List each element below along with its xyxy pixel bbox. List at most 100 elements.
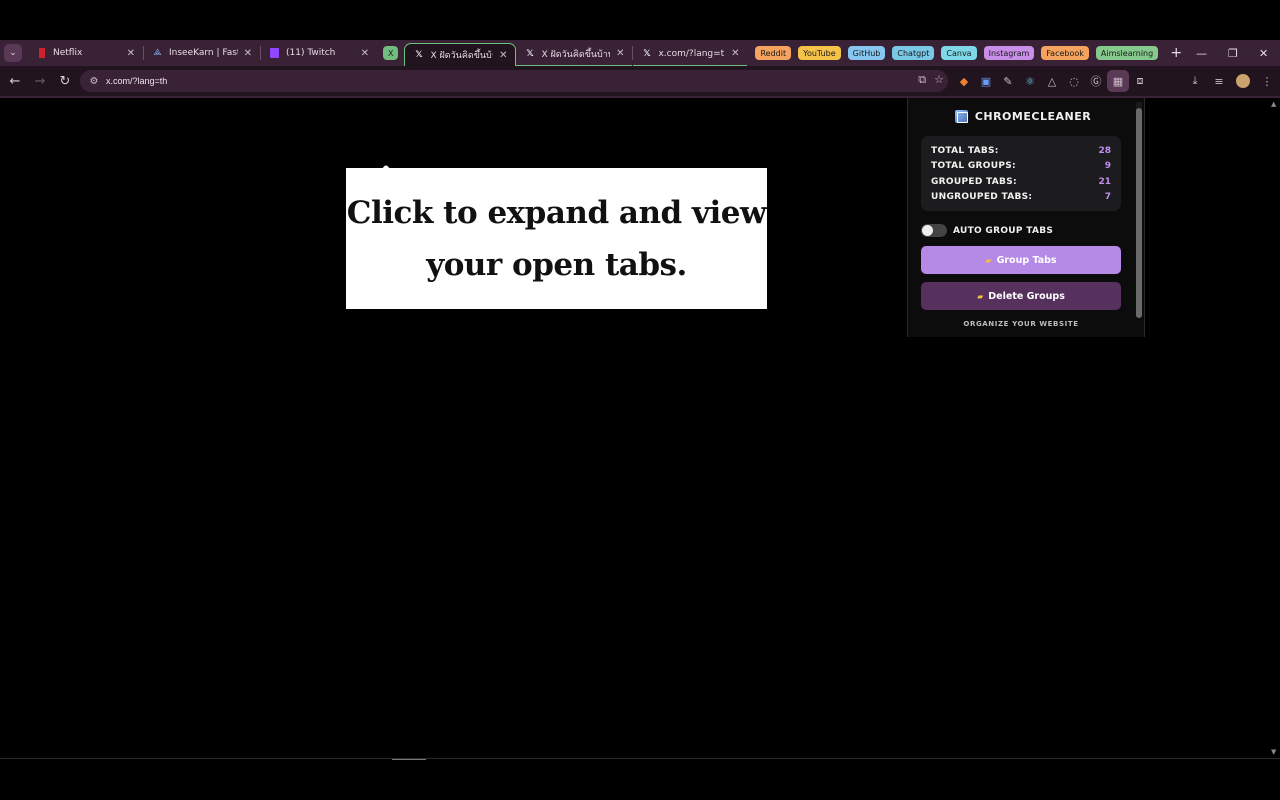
close-icon[interactable]: ✕: [616, 48, 624, 59]
folder-icon: ▰: [977, 291, 984, 301]
extension-swirl-icon[interactable]: ◌: [1063, 70, 1085, 92]
address-bar[interactable]: ⚙ x.com/?lang=th ⧉ ☆: [80, 70, 948, 92]
netflix-icon: [36, 48, 47, 59]
tab-title: InseeKarn | Fastwo: [169, 48, 238, 58]
bookmark-star-icon[interactable]: ☆: [934, 73, 944, 87]
stat-label: TOTAL TABS:: [931, 145, 999, 156]
media-queue-icon[interactable]: ≡: [1208, 70, 1230, 92]
stat-label: TOTAL GROUPS:: [931, 161, 1016, 172]
stat-label: GROUPED TABS:: [931, 176, 1017, 187]
tab-group-facebook[interactable]: Facebook: [1041, 46, 1089, 60]
tab-title: Netflix: [53, 48, 83, 58]
callout-text: Click to expand and view your open tabs.: [346, 194, 767, 283]
popup-title-text: CHROMECLEANER: [974, 110, 1092, 123]
tab-fastwork[interactable]: ⟁ InseeKarn | Fastwo ✕: [144, 42, 260, 64]
browser-toolbar: ← → ↻ ⚙ x.com/?lang=th ⧉ ☆ ◆ ▣ ✎ ⚛ △ ◌ Ⓖ…: [0, 66, 1280, 96]
tab-search-chevron-icon[interactable]: ⌄: [4, 44, 22, 62]
popup-footer: ORGANIZE YOUR WEBSITE: [963, 320, 1079, 328]
tab-group-x[interactable]: X: [383, 46, 399, 60]
back-arrow-icon[interactable]: ←: [3, 69, 27, 93]
tab-title: X ฝัดวันคิดขึ้นบ้าน / X: [541, 49, 611, 60]
extension-triangle-icon[interactable]: △: [1041, 70, 1063, 92]
chromecleaner-logo-icon: [954, 110, 968, 123]
tab-group-instagram[interactable]: Instagram: [983, 46, 1035, 60]
stat-total-tabs: TOTAL TABS: 28: [931, 143, 1111, 159]
download-icon[interactable]: ⤓: [1184, 70, 1206, 92]
bottom-indicator: [392, 759, 426, 760]
tab-netflix[interactable]: Netflix ✕: [28, 42, 143, 64]
tutorial-callout: Click to expand and view your open tabs.: [346, 168, 767, 309]
group-tabs-label: Group Tabs: [996, 254, 1057, 266]
popup-title: CHROMECLEANER: [908, 110, 1138, 123]
tab-title: X ฝัดวันคิดขึ้นบ้าน / X: [430, 51, 493, 61]
auto-group-toggle[interactable]: [921, 224, 947, 237]
tab-title: (11) Twitch: [286, 48, 336, 58]
tab-group-github[interactable]: GitHub: [847, 46, 886, 60]
address-url[interactable]: x.com/?lang=th: [106, 76, 167, 86]
tab-x-lang[interactable]: 𝕏 x.com/?lang=th ✕: [633, 42, 748, 66]
fastwork-icon: ⟁: [153, 48, 162, 58]
stat-value: 21: [1098, 176, 1111, 187]
x-icon: 𝕏: [415, 50, 423, 60]
tab-x[interactable]: 𝕏 X ฝัดวันคิดขึ้นบ้าน / X ✕: [516, 42, 633, 66]
stat-ungrouped-tabs: UNGROUPED TABS: 7: [931, 190, 1111, 206]
extension-react-icon[interactable]: ⚛: [1019, 70, 1041, 92]
chromecleaner-popup: CHROMECLEANER TOTAL TABS: 28 TOTAL GROUP…: [907, 98, 1145, 337]
folder-icon: ▰: [985, 255, 992, 265]
close-icon[interactable]: ✕: [244, 48, 252, 59]
x-icon: 𝕏: [643, 48, 651, 59]
minimize-icon[interactable]: —: [1196, 40, 1207, 66]
tab-group-chatgpt[interactable]: Chatgpt: [892, 46, 935, 60]
close-icon[interactable]: ✕: [499, 50, 507, 61]
scroll-up-icon[interactable]: ▲: [1271, 100, 1276, 108]
extension-translate-icon[interactable]: ▣: [975, 70, 997, 92]
x-icon: 𝕏: [526, 48, 534, 59]
auto-group-label: AUTO GROUP TABS: [953, 225, 1054, 236]
restore-icon[interactable]: ❐: [1228, 40, 1238, 66]
reload-icon[interactable]: ↻: [53, 69, 77, 93]
tab-strip: ⌄ Netflix ✕ ⟁ InseeKarn | Fastwo ✕ (11) …: [0, 40, 1280, 66]
group-tabs-button[interactable]: ▰ Group Tabs: [921, 246, 1121, 274]
close-icon[interactable]: ✕: [731, 48, 739, 59]
install-app-icon[interactable]: ⧉: [918, 73, 926, 87]
tab-title: x.com/?lang=th: [658, 48, 726, 59]
extension-chromecleaner-icon[interactable]: ▦: [1107, 70, 1129, 92]
auto-group-toggle-row: AUTO GROUP TABS: [921, 224, 1053, 237]
stats-panel: TOTAL TABS: 28 TOTAL GROUPS: 9 GROUPED T…: [921, 136, 1121, 211]
close-icon[interactable]: ✕: [361, 48, 369, 59]
popup-scroll-thumb[interactable]: [1136, 108, 1142, 318]
close-icon[interactable]: ✕: [127, 48, 135, 59]
scroll-down-icon[interactable]: ▼: [1271, 748, 1276, 756]
extension-pen-icon[interactable]: ✎: [997, 70, 1019, 92]
extensions-puzzle-icon[interactable]: ⧈: [1129, 70, 1151, 92]
page-scrollbar[interactable]: ▲ ▼: [1268, 98, 1280, 758]
extension-grammarly-icon[interactable]: Ⓖ: [1085, 70, 1107, 92]
extension-fox-icon[interactable]: ◆: [953, 70, 975, 92]
stat-grouped-tabs: GROUPED TABS: 21: [931, 174, 1111, 190]
stat-value: 9: [1104, 161, 1111, 172]
tab-x-active[interactable]: 𝕏 X ฝัดวันคิดขึ้นบ้าน / X ✕: [404, 43, 517, 66]
close-window-icon[interactable]: ✕: [1259, 40, 1268, 66]
tab-group-canva[interactable]: Canva: [941, 46, 977, 60]
new-tab-button[interactable]: +: [1167, 45, 1185, 61]
tab-group-aimslearning[interactable]: Aimslearning: [1095, 46, 1159, 60]
toolbar-right-actions: ⤓ ≡ ⋮: [1184, 70, 1280, 92]
popup-scrollbar[interactable]: [1136, 102, 1142, 318]
screen-top-area: [0, 0, 1280, 40]
extensions-area: ◆ ▣ ✎ ⚛ △ ◌ Ⓖ ▦ ⧈: [953, 70, 1151, 92]
tab-group-youtube[interactable]: YouTube: [798, 46, 841, 60]
twitch-icon: [269, 48, 280, 59]
stat-total-groups: TOTAL GROUPS: 9: [931, 159, 1111, 175]
tab-group-reddit[interactable]: Reddit: [755, 46, 792, 60]
site-info-icon[interactable]: ⚙: [86, 76, 102, 87]
bottom-bar: [0, 758, 1280, 800]
delete-groups-label: Delete Groups: [988, 290, 1065, 302]
avatar[interactable]: [1232, 70, 1254, 92]
stat-label: UNGROUPED TABS:: [931, 192, 1033, 203]
stat-value: 28: [1098, 145, 1111, 156]
stat-value: 7: [1104, 192, 1111, 203]
tab-twitch[interactable]: (11) Twitch ✕: [261, 42, 377, 64]
menu-kebab-icon[interactable]: ⋮: [1256, 70, 1278, 92]
forward-arrow-icon[interactable]: →: [28, 69, 52, 93]
delete-groups-button[interactable]: ▰ Delete Groups: [921, 282, 1121, 310]
